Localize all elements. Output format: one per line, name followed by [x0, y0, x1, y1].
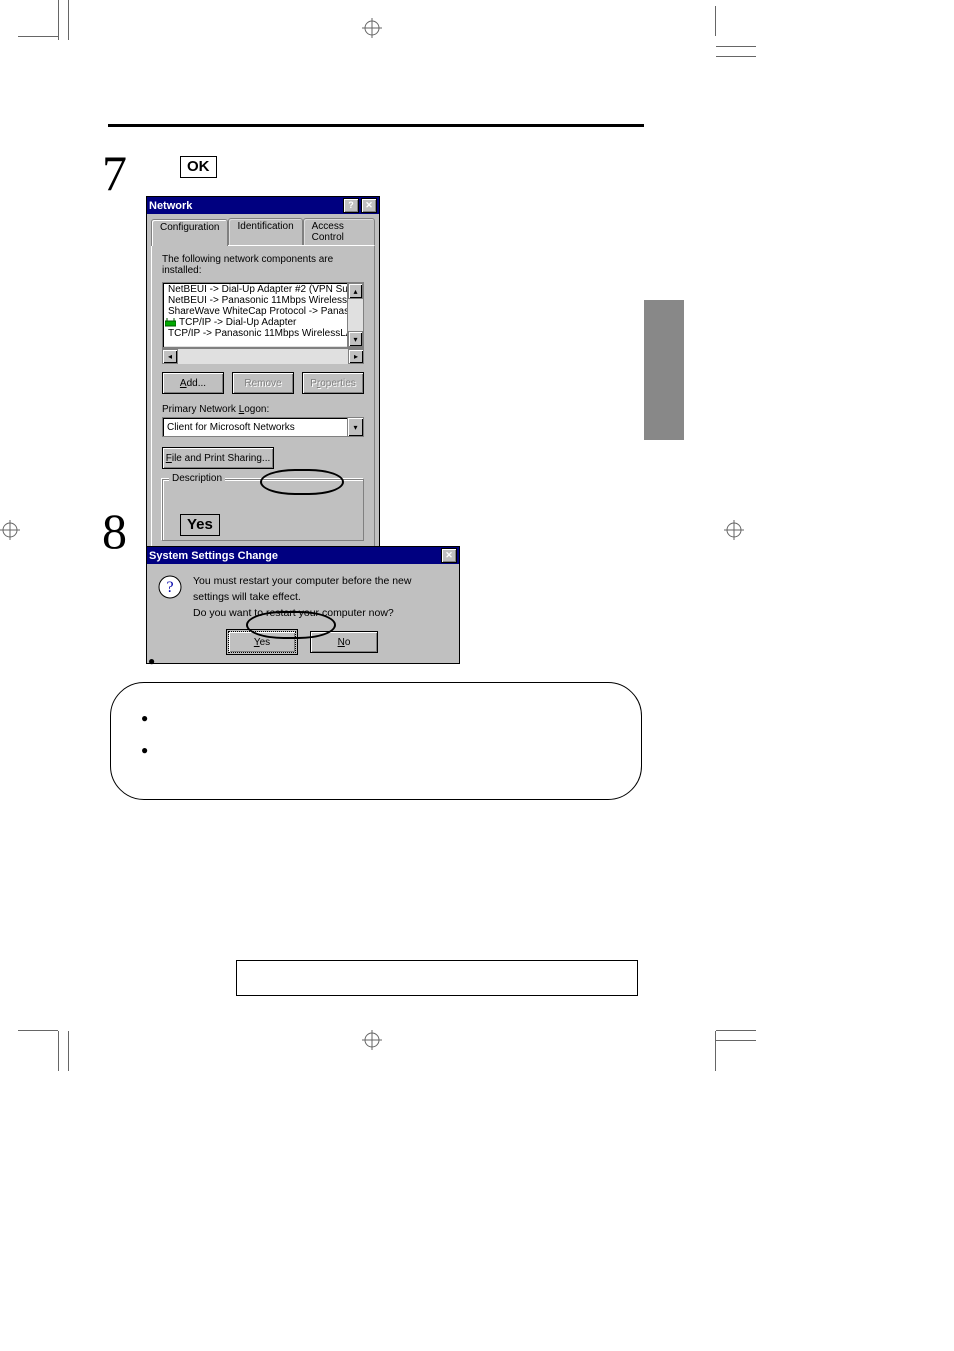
tab-identification[interactable]: Identification [228, 218, 302, 245]
registration-mark-icon [362, 1030, 382, 1050]
step8-keycap: Yes [180, 514, 220, 536]
scrollbar-horizontal[interactable]: ◂ ▸ [162, 348, 364, 364]
remove-button[interactable]: Remove [232, 372, 294, 394]
select-value: Client for Microsoft Networks [163, 422, 347, 433]
page: 7 OK Network ? ✕ Configuration Identific… [0, 0, 954, 1351]
page-thumb-tab [644, 300, 684, 440]
bullet-dot: ● [141, 743, 148, 757]
scroll-left-button[interactable]: ◂ [162, 349, 178, 364]
note-box: ● ● [110, 682, 642, 800]
restart-dialog: System Settings Change ✕ ? You must rest… [146, 546, 460, 664]
scroll-track[interactable] [178, 349, 348, 364]
file-print-sharing-button[interactable]: File and Print Sharing... [162, 447, 274, 469]
titlebar[interactable]: Network ? ✕ [147, 197, 379, 214]
titlebar[interactable]: System Settings Change ✕ [147, 547, 459, 564]
cropmark [18, 36, 58, 37]
question-icon: ? [157, 574, 183, 600]
yes-keycap: Yes [180, 514, 220, 536]
components-listbox[interactable]: NetBEUI -> Dial-Up Adapter #2 (VPN Suppo… [162, 282, 364, 348]
section-rule [108, 124, 644, 127]
cropmark [18, 1030, 58, 1031]
bullet-dot: ● [141, 711, 148, 725]
ok-keycap: OK [180, 156, 217, 178]
cropmark [716, 56, 756, 57]
note-line: ● [141, 711, 611, 725]
protocol-icon [165, 318, 176, 328]
ok-highlight-ring [260, 469, 344, 495]
footer-box [236, 960, 638, 996]
dialog-title: System Settings Change [149, 550, 278, 562]
logon-label: Primary Network Logon: [162, 404, 364, 415]
close-button[interactable]: ✕ [361, 198, 377, 213]
chevron-down-icon[interactable]: ▾ [347, 418, 363, 436]
message-line1: You must restart your computer before th… [193, 574, 445, 606]
description-legend: Description [169, 473, 225, 484]
registration-mark-icon [724, 520, 744, 540]
bullet-dot: ● [148, 654, 155, 668]
cropmark [715, 6, 716, 36]
primary-logon-select[interactable]: Client for Microsoft Networks ▾ [162, 417, 364, 437]
step-number-8: 8 [102, 502, 127, 560]
dialog-title: Network [149, 200, 192, 212]
list-item[interactable]: TCP/IP -> Dial-Up Adapter [163, 317, 347, 328]
components-intro: The following network components are ins… [162, 254, 364, 276]
scroll-right-button[interactable]: ▸ [348, 349, 364, 364]
registration-mark-icon [0, 520, 20, 540]
scroll-track[interactable] [348, 299, 363, 331]
close-button[interactable]: ✕ [441, 548, 457, 563]
scroll-up-button[interactable]: ▴ [348, 283, 363, 299]
list-item[interactable]: ShareWave WhiteCap Protocol -> Panasonic… [163, 306, 347, 317]
cropmark [68, 0, 69, 40]
button-row: Add... Remove Properties [162, 372, 364, 394]
step-number-7: 7 [102, 144, 127, 202]
cropmark [58, 0, 59, 40]
add-button[interactable]: Add... [162, 372, 224, 394]
tab-configuration[interactable]: Configuration [151, 219, 228, 246]
cropmark [716, 46, 756, 47]
list-items: NetBEUI -> Dial-Up Adapter #2 (VPN Suppo… [163, 283, 347, 347]
cropmark [58, 1031, 59, 1071]
tab-panel: The following network components are ins… [151, 245, 375, 552]
yes-highlight-ring [246, 611, 336, 639]
help-button[interactable]: ? [343, 198, 359, 213]
properties-button[interactable]: Properties [302, 372, 364, 394]
note-bullet: ● [148, 654, 165, 668]
list-item[interactable]: NetBEUI -> Panasonic 11Mbps WirelessLAN … [163, 295, 347, 306]
scrollbar-vertical[interactable]: ▴ ▾ [347, 283, 363, 347]
svg-text:?: ? [166, 579, 173, 596]
tab-strip: Configuration Identification Access Cont… [151, 218, 375, 245]
list-item[interactable]: NetBEUI -> Dial-Up Adapter #2 (VPN Suppo… [163, 284, 347, 295]
scroll-down-button[interactable]: ▾ [348, 331, 363, 347]
tab-access-control[interactable]: Access Control [303, 218, 375, 245]
step7-keycap: OK [180, 156, 217, 178]
list-item[interactable]: TCP/IP -> Panasonic 11Mbps WirelessLAN P… [163, 328, 347, 339]
cropmark [716, 1030, 756, 1031]
note-line: ● [141, 743, 611, 757]
cropmark [68, 1031, 69, 1071]
cropmark [715, 1031, 716, 1071]
registration-mark-icon [362, 18, 382, 38]
cropmark [716, 1040, 756, 1041]
